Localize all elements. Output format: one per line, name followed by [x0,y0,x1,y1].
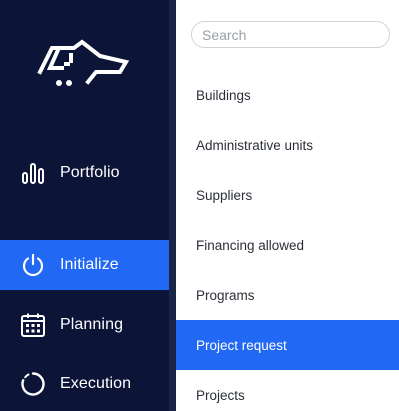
nav-label-execution: Execution [60,375,132,392]
nav-label-portfolio: Portfolio [60,164,120,181]
list-item-label: Project request [196,337,287,353]
nav-label-planning: Planning [60,316,124,333]
progress-ring-icon [20,371,46,397]
calendar-icon [20,312,46,338]
list-item-programs[interactable]: Programs [176,270,399,320]
bar-chart-icon [20,160,46,186]
nav-item-execution[interactable]: Execution [0,359,169,409]
list-item-project-request[interactable]: Project request [176,320,399,370]
submenu-panel: Buildings Administrative units Suppliers… [176,0,399,411]
list-item-label: Programs [196,287,255,303]
list-item-financing-allowed[interactable]: Financing allowed [176,220,399,270]
list-item-suppliers[interactable]: Suppliers [176,170,399,220]
list-item-buildings[interactable]: Buildings [176,70,399,120]
list-item-label: Suppliers [196,187,253,203]
list-item-administrative-units[interactable]: Administrative units [176,120,399,170]
nav-label-initialize: Initialize [60,256,119,273]
sidebar-divider [169,0,176,411]
nav-item-initialize[interactable]: Initialize [0,240,169,290]
sidebar: Portfolio Initialize Planning Execution [0,0,169,411]
dog-head-logo-icon[interactable] [36,38,132,92]
nav-item-planning[interactable]: Planning [0,300,169,350]
list-item-label: Projects [196,387,245,403]
list-item-label: Administrative units [196,137,314,153]
list-item-label: Financing allowed [196,237,305,253]
search-input[interactable] [191,21,390,48]
power-icon [20,252,46,278]
list-item-label: Buildings [196,87,251,103]
nav-item-portfolio[interactable]: Portfolio [0,148,169,198]
list-item-projects[interactable]: Projects [176,370,399,411]
